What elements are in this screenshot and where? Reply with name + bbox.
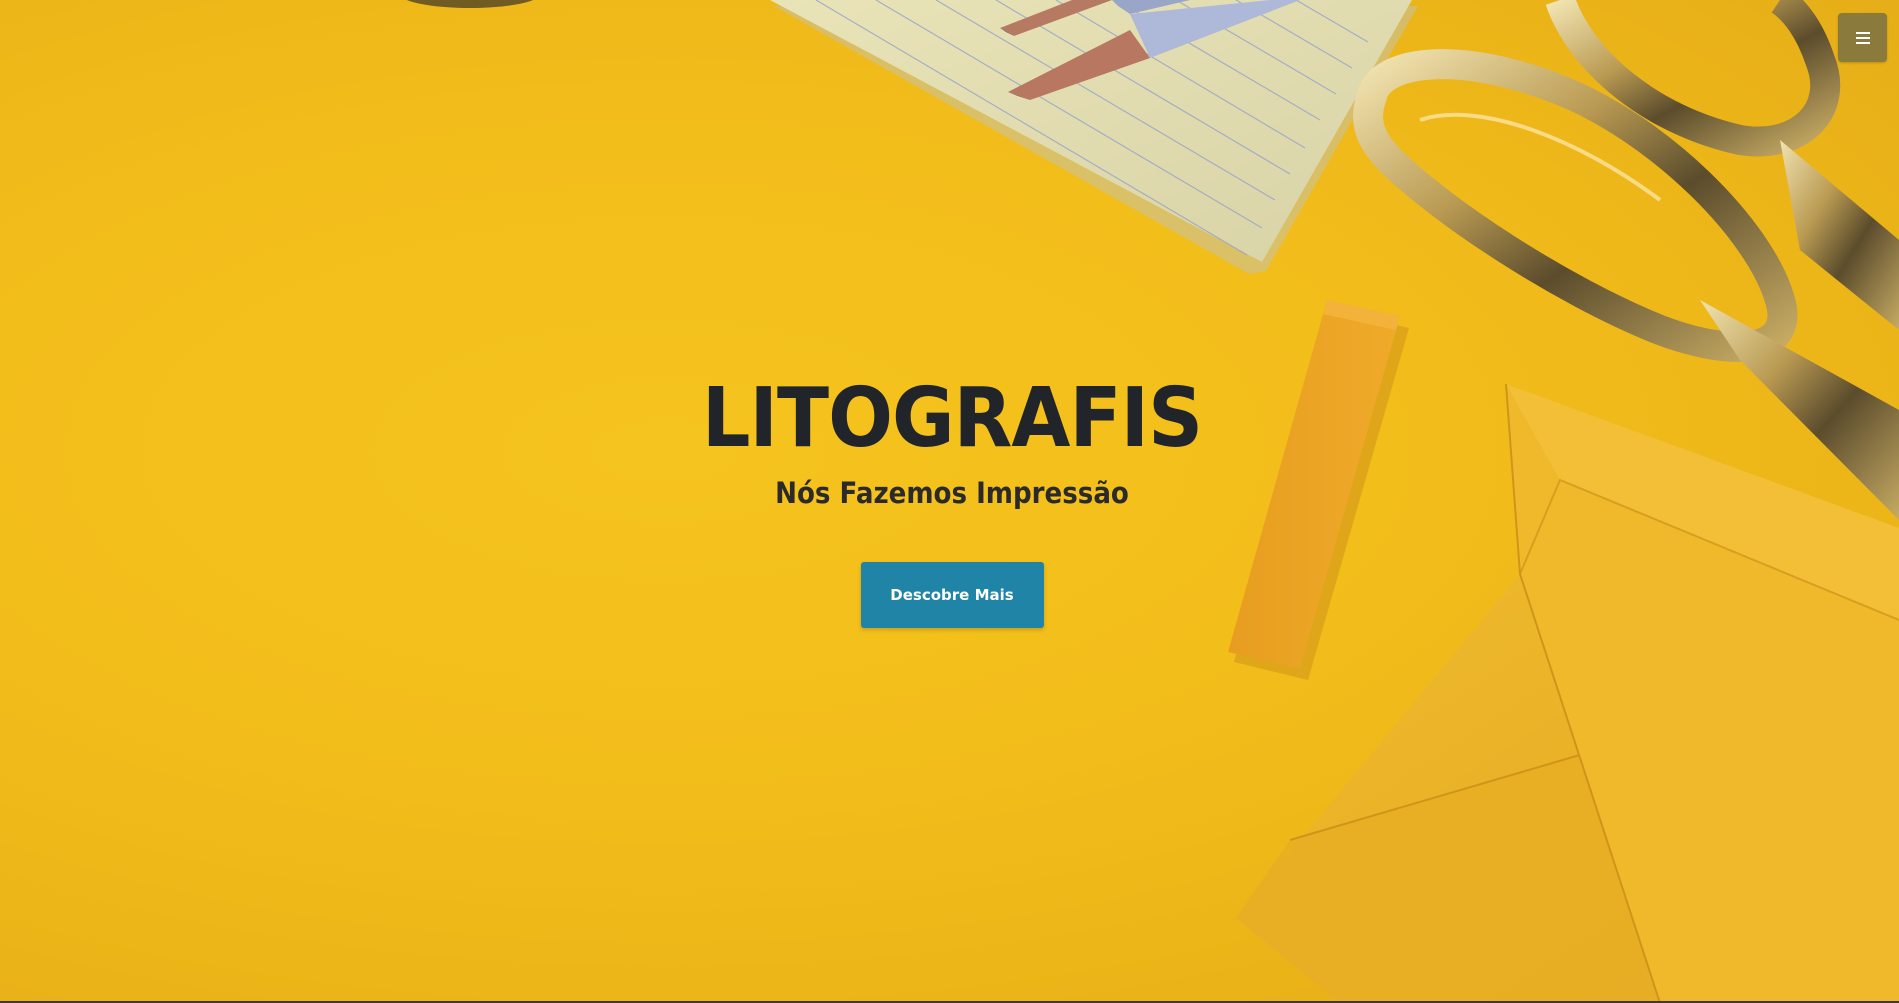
notepad-illustration — [770, 0, 1418, 274]
menu-toggle-button[interactable] — [1838, 13, 1887, 62]
brand-title: LITOGRAFIS — [701, 371, 1203, 466]
hero-section: LITOGRAFIS Nós Fazemos Impressão Descobr… — [0, 0, 1899, 1003]
hamburger-menu-icon — [1855, 31, 1870, 44]
brand-tagline: Nós Fazemos Impressão — [775, 476, 1129, 510]
hero-content: LITOGRAFIS Nós Fazemos Impressão Descobr… — [0, 370, 1899, 628]
discover-more-button[interactable]: Descobre Mais — [860, 562, 1044, 628]
